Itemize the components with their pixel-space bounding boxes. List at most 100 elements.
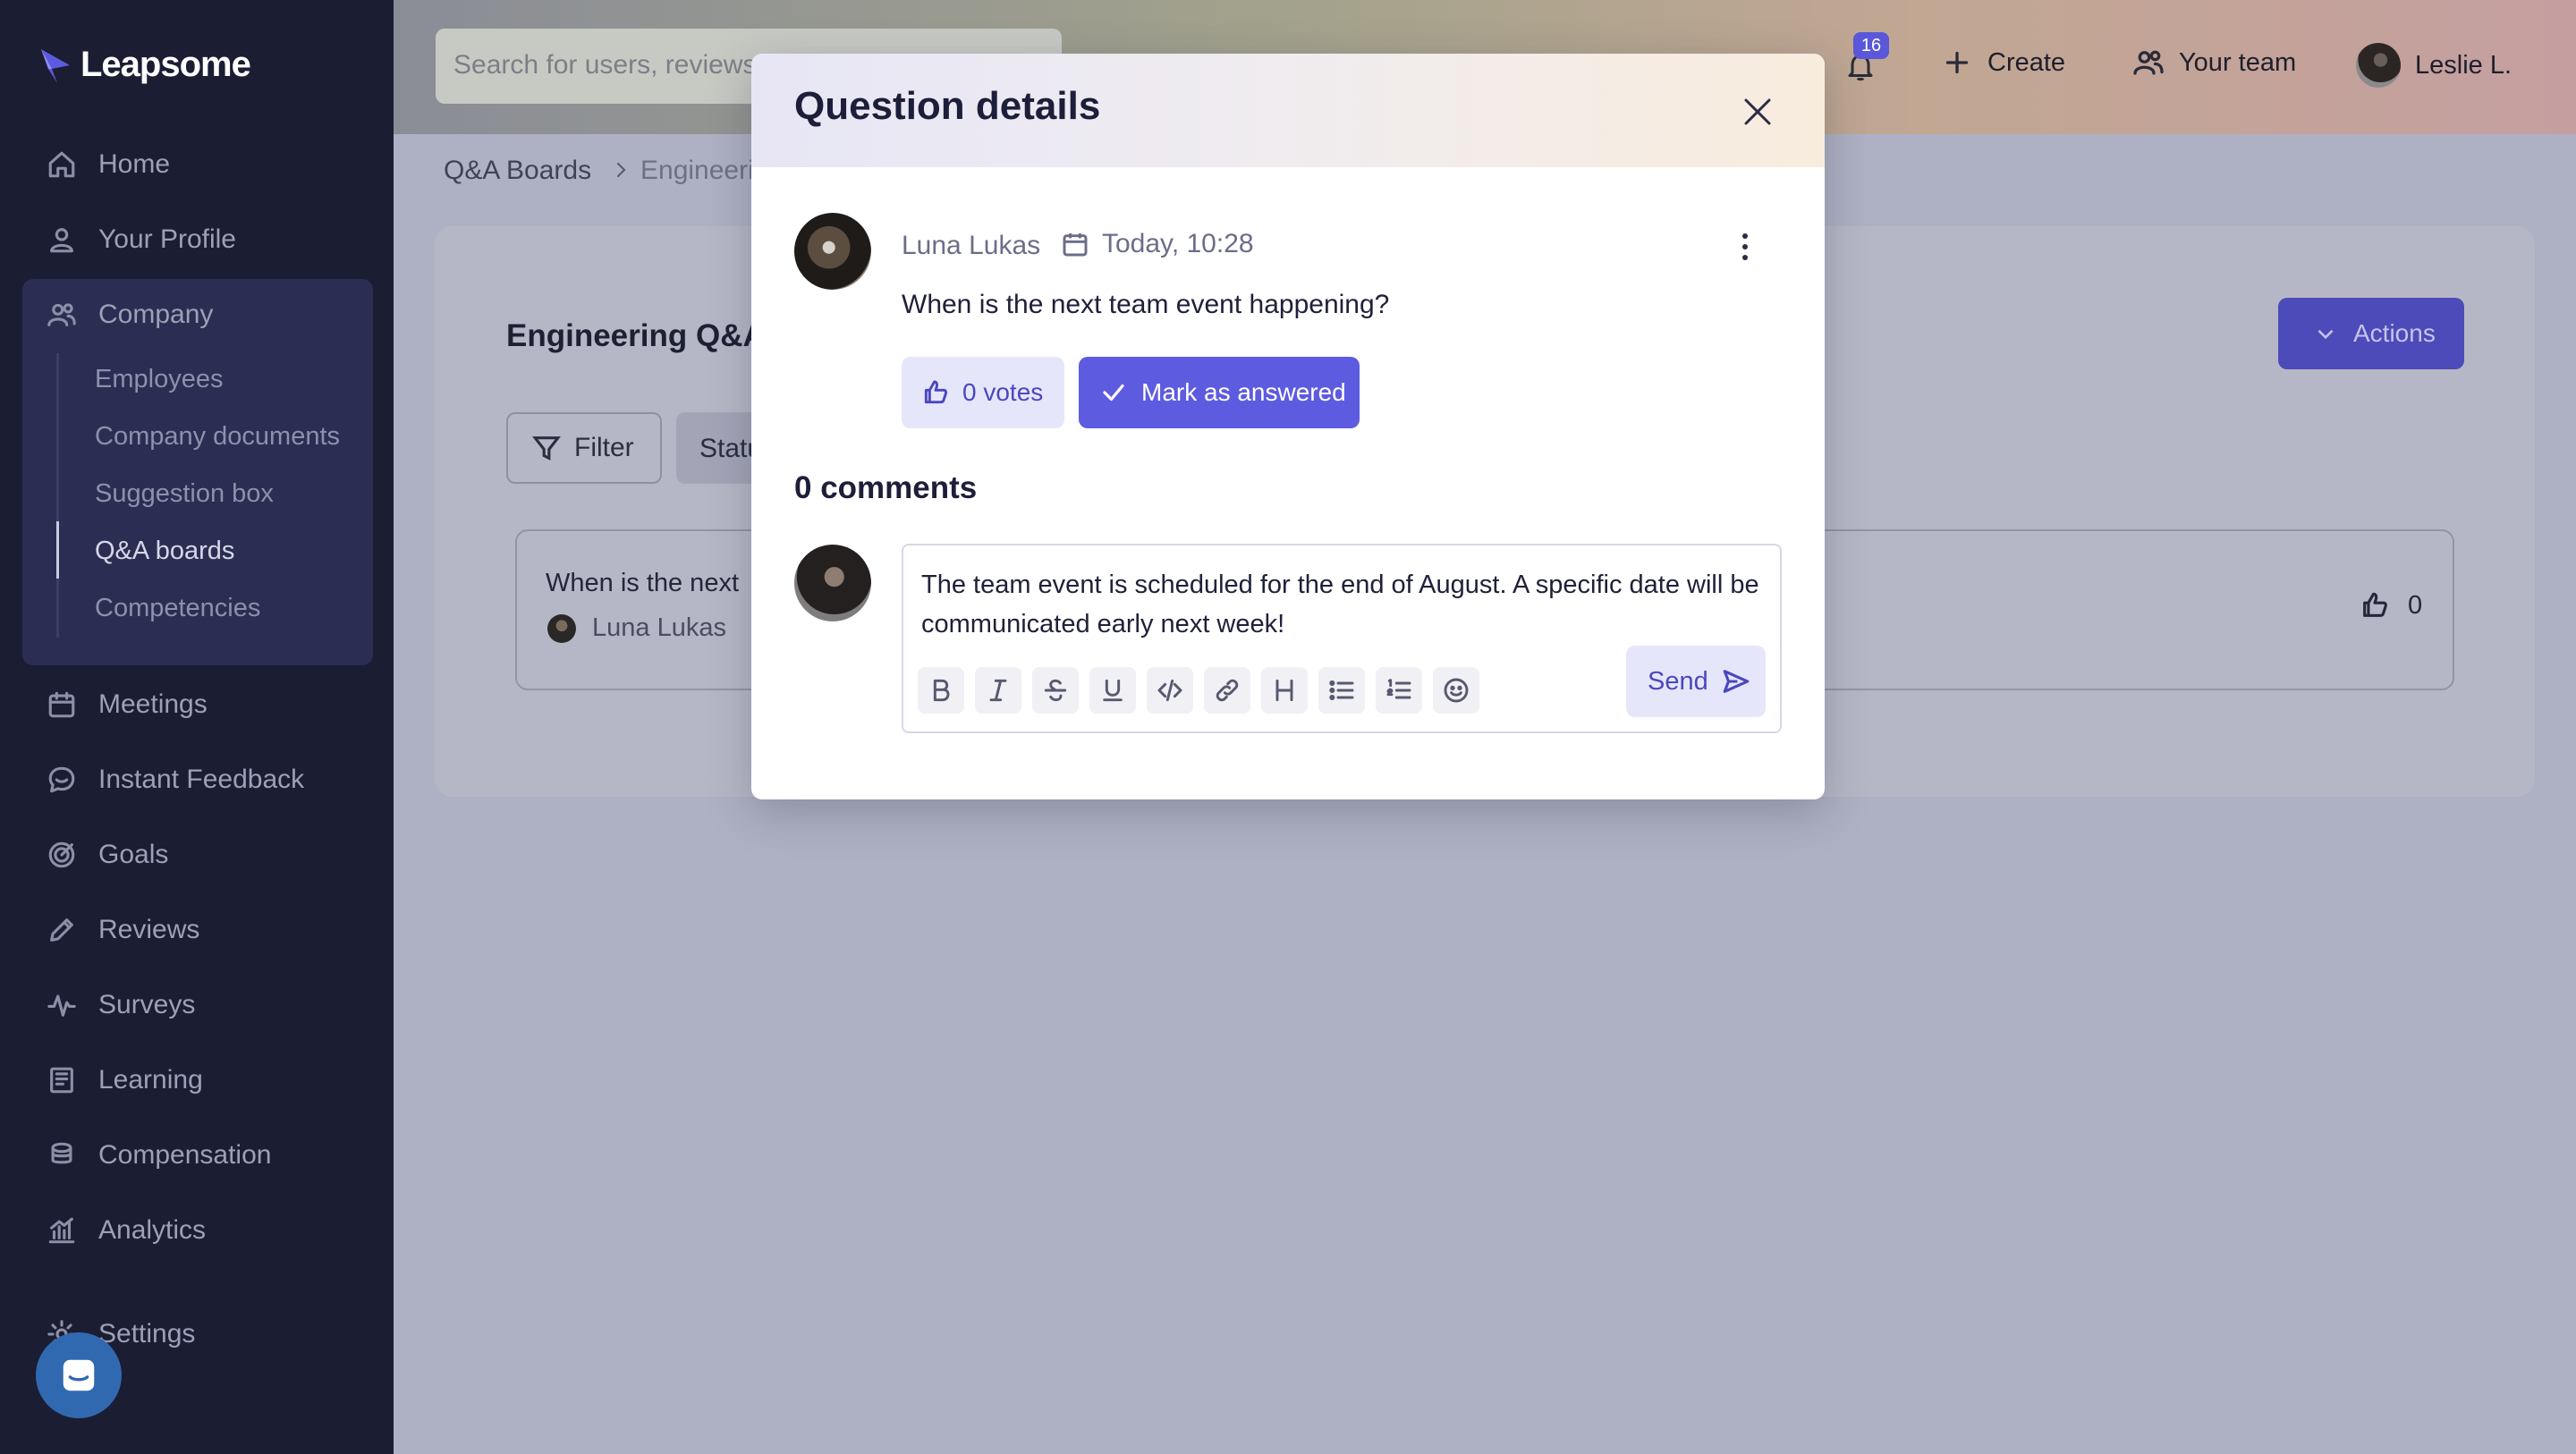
analytics-icon (48, 1217, 75, 1244)
sidebar-subitem-competencies[interactable]: Competencies (95, 594, 260, 623)
heading-button[interactable] (1261, 667, 1308, 714)
sidebar-item-surveys[interactable]: Surveys (47, 983, 195, 1027)
sidebar-subitem-suggestion-box[interactable]: Suggestion box (95, 479, 274, 509)
sidebar-item-label: Learning (98, 1065, 203, 1095)
leapsome-logo[interactable]: Leapsome (39, 45, 251, 85)
question-details-modal: Question details Luna Lukas Today, 10:28… (751, 54, 1825, 799)
question-author[interactable]: Luna Lukas (902, 231, 1040, 261)
submenu-active-marker (56, 521, 59, 579)
comment-input[interactable]: The team event is scheduled for the end … (921, 565, 1762, 644)
book-icon (50, 1067, 73, 1094)
chevron-right-icon (616, 162, 626, 178)
team-icon (2133, 50, 2164, 75)
sidebar-item-goals[interactable]: Goals (47, 833, 168, 877)
home-icon (48, 151, 75, 178)
user-name: Leslie L. (2415, 50, 2512, 80)
question-row-text: When is the next (546, 569, 739, 597)
thumbs-up-icon (2363, 592, 2387, 617)
plus-icon (1945, 51, 1969, 74)
board-title: Engineering Q&A (506, 318, 766, 353)
code-icon (1157, 679, 1182, 702)
smiley-icon (1444, 678, 1469, 703)
sidebar-subitem-qa-boards[interactable]: Q&A boards (95, 537, 234, 566)
sidebar-item-reviews[interactable]: Reviews (47, 908, 199, 952)
calendar-icon (1063, 233, 1088, 257)
pulse-icon (47, 994, 76, 1017)
pen-icon (50, 918, 73, 942)
bold-button[interactable] (918, 667, 964, 714)
sidebar-item-your-profile[interactable]: Your Profile (47, 217, 236, 262)
calendar-icon (48, 691, 75, 718)
thumbs-up-icon (924, 380, 948, 404)
sidebar-item-label: Goals (98, 840, 169, 869)
more-options-icon[interactable] (1735, 229, 1755, 265)
actions-button[interactable]: Actions (2278, 298, 2464, 369)
brand-name: Leapsome (80, 45, 251, 84)
sidebar: Leapsome Home Your Profile Company Emplo… (0, 0, 394, 1454)
sidebar-item-company[interactable]: Company (47, 292, 213, 337)
formatting-toolbar (918, 667, 1479, 714)
support-chat-icon (63, 1359, 95, 1391)
chevron-down-icon (2318, 329, 2334, 340)
filter-button[interactable]: Filter (506, 412, 662, 484)
emoji-button[interactable] (1433, 667, 1479, 714)
sidebar-item-instant-feedback[interactable]: Instant Feedback (47, 757, 304, 802)
italic-button[interactable] (975, 667, 1021, 714)
sidebar-item-label: Reviews (98, 915, 200, 944)
numbered-list-button[interactable] (1376, 667, 1422, 714)
close-button[interactable] (1737, 91, 1778, 132)
question-text: When is the next team event happening? (902, 290, 1390, 319)
sidebar-item-label: Compensation (98, 1140, 272, 1170)
strikethrough-icon (1044, 679, 1067, 702)
underline-icon (1103, 679, 1123, 702)
breadcrumb-current: Engineeri (640, 156, 754, 185)
actions-label: Actions (2353, 319, 2436, 347)
user-menu[interactable]: Leslie L. (2356, 43, 2512, 88)
sidebar-subitem-company-documents[interactable]: Company documents (95, 422, 340, 452)
users-icon (47, 303, 76, 326)
avatar (794, 213, 871, 290)
question-row-author: Luna Lukas (547, 613, 726, 643)
check-icon (1103, 384, 1124, 402)
send-label: Send (1648, 666, 1708, 696)
strikethrough-button[interactable] (1032, 667, 1079, 714)
breadcrumb-qa-boards[interactable]: Q&A Boards (444, 156, 591, 186)
send-button[interactable]: Send (1626, 646, 1766, 717)
comment-editor[interactable]: The team event is scheduled for the end … (902, 544, 1782, 733)
target-icon (48, 841, 75, 868)
sidebar-item-analytics[interactable]: Analytics (47, 1208, 206, 1253)
underline-button[interactable] (1089, 667, 1136, 714)
sidebar-item-label: Instant Feedback (98, 765, 305, 794)
user-icon (50, 228, 73, 253)
sidebar-item-learning[interactable]: Learning (47, 1058, 203, 1103)
send-icon (1723, 670, 1750, 693)
your-team-label: Your team (2179, 47, 2297, 77)
code-button[interactable] (1147, 667, 1193, 714)
create-button[interactable]: Create (1941, 46, 2065, 79)
question-row-vote-count: 0 (2408, 590, 2423, 620)
sidebar-item-compensation[interactable]: Compensation (47, 1133, 271, 1178)
comments-title: 0 comments (794, 470, 978, 505)
question-row-author-name: Luna Lukas (592, 613, 726, 642)
link-button[interactable] (1204, 667, 1250, 714)
sidebar-item-meetings[interactable]: Meetings (47, 682, 208, 727)
mark-as-answered-button[interactable]: Mark as answered (1079, 357, 1360, 428)
bullet-list-button[interactable] (1318, 667, 1365, 714)
numbered-list-icon (1386, 679, 1411, 699)
close-icon (1744, 98, 1771, 125)
vote-button[interactable]: 0 votes (902, 357, 1064, 428)
sidebar-item-home[interactable]: Home (47, 142, 170, 187)
coins-icon (51, 1142, 72, 1164)
question-row-votes[interactable]: 0 (2360, 590, 2422, 621)
sidebar-item-label: Settings (98, 1319, 196, 1348)
your-team-button[interactable]: Your team (2132, 46, 2296, 79)
modal-title: Question details (794, 84, 1101, 128)
avatar (2356, 43, 2401, 88)
bold-icon (933, 679, 950, 702)
sidebar-item-label: Analytics (98, 1215, 207, 1245)
support-chat-button[interactable] (36, 1332, 122, 1418)
leapsome-mark-icon (41, 48, 70, 83)
sidebar-subitem-employees[interactable]: Employees (95, 365, 223, 394)
sidebar-item-label: Meetings (98, 689, 208, 719)
sidebar-item-label: Company (98, 300, 214, 329)
